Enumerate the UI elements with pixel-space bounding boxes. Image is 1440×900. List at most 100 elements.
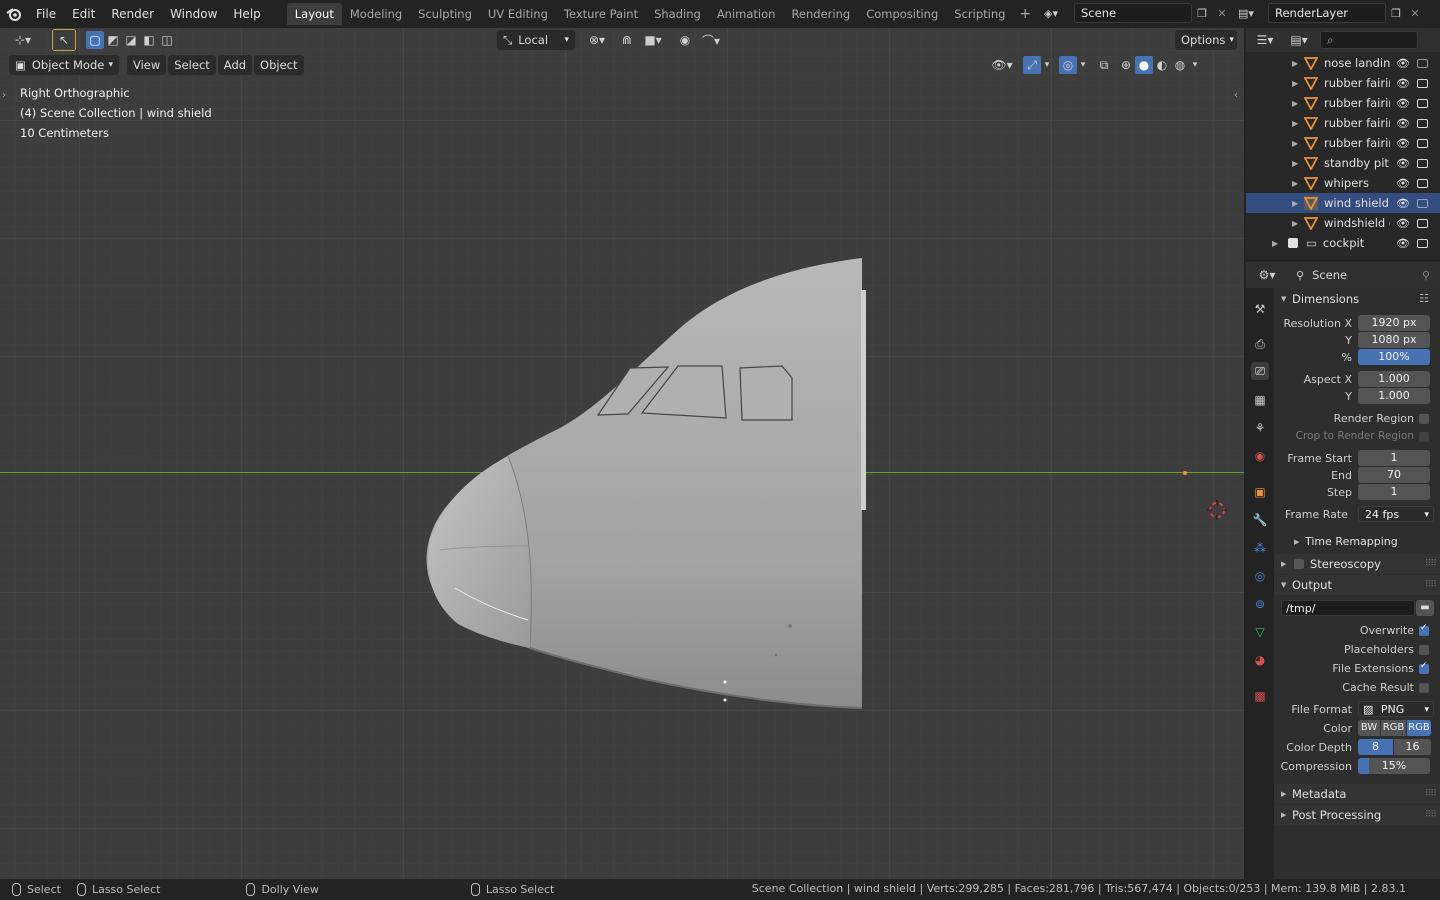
tool-tab-icon[interactable]: ⚒ [1251,300,1269,318]
file-extensions-checkbox[interactable] [1419,661,1429,674]
outliner-row[interactable]: ▶ rubber fairin 👁 [1246,93,1440,113]
tab-shading[interactable]: Shading [646,3,709,25]
eye-icon[interactable]: 👁 [1396,137,1410,150]
exclude-checkbox[interactable] [1288,238,1298,248]
camera-icon[interactable] [1417,98,1428,108]
disclosure-icon[interactable]: ▶ [1292,199,1300,208]
drag-handle-icon[interactable]: ⠿⠿ [1425,805,1437,825]
camera-icon[interactable] [1417,198,1428,208]
material-tab-icon[interactable]: ◕ [1251,651,1269,669]
eye-icon[interactable]: 👁 [1396,237,1410,250]
outliner-row[interactable]: ▶ windshield c 👁 [1246,213,1440,233]
camera-icon[interactable] [1417,158,1428,168]
tab-layout[interactable]: Layout [286,3,342,25]
color-depth-16-button[interactable]: 16 [1394,739,1431,755]
outliner-row[interactable]: ▶ wind shield 👁 [1246,193,1440,213]
new-scene-icon[interactable]: ❐ [1192,7,1212,20]
menu-file[interactable]: File [28,3,64,25]
new-view-layer-icon[interactable]: ❐ [1386,7,1406,20]
disclosure-icon[interactable]: ▶ [1292,159,1300,168]
dimensions-panel-header[interactable]: ▼ Dimensions ☷ [1274,289,1440,309]
outliner-row[interactable]: ▶ ▭ cockpit 👁 [1246,233,1440,253]
tab-rendering[interactable]: Rendering [783,3,858,25]
drag-handle-icon[interactable]: ⠿⠿ [1425,554,1437,574]
file-format-dropdown[interactable]: ▨ PNG ▾ [1358,701,1434,717]
menu-render[interactable]: Render [103,3,162,25]
display-mode-icon[interactable]: ▤▾ [1284,31,1314,49]
camera-icon[interactable] [1417,218,1428,228]
view-layer-field[interactable]: RenderLayer [1268,3,1386,23]
texture-tab-icon[interactable]: ▩ [1251,687,1269,705]
outliner-row[interactable]: ▶ whipers 👁 [1246,173,1440,193]
aspect-y-field[interactable]: 1.000 [1358,388,1430,404]
tab-uv-editing[interactable]: UV Editing [480,3,556,25]
resolution-y-field[interactable]: 1080 px [1358,332,1430,348]
3d-viewport[interactable]: ⊹▾ ↖ ▢ ◩ ◪ ◧ ◫ ⤡ Local ▾ ⊗▾ ⋒ ■▾ ◉ ⌒▾ Op… [0,28,1244,879]
world-tab-icon[interactable]: ◉ [1251,447,1269,465]
color-rgb-button[interactable]: RGB [1381,720,1406,736]
color-bw-button[interactable]: BW [1358,720,1380,736]
tab-modeling[interactable]: Modeling [342,3,410,25]
blender-logo-icon[interactable] [0,3,28,25]
cache-result-checkbox[interactable] [1419,683,1429,693]
camera-icon[interactable] [1417,118,1428,128]
render-tab-icon[interactable]: ⎙ [1251,335,1269,353]
compression-slider[interactable]: 15% [1358,758,1430,774]
color-depth-8-button[interactable]: 8 [1358,739,1393,755]
properties-editor-icon[interactable]: ⚙▾ [1252,266,1282,284]
disclosure-icon[interactable]: ▶ [1292,219,1300,228]
pin-icon[interactable]: ⚲ [1422,269,1430,282]
disclosure-icon[interactable]: ▶ [1292,59,1300,68]
eye-icon[interactable]: 👁 [1396,157,1410,170]
eye-icon[interactable]: 👁 [1396,57,1410,70]
disclosure-icon[interactable]: ▶ [1292,179,1300,188]
outliner-row[interactable]: ▶ nose landing 👁 [1246,53,1440,73]
camera-icon[interactable] [1417,58,1428,68]
presets-icon[interactable]: ☷ [1419,289,1429,309]
disclosure-icon[interactable]: ▶ [1292,119,1300,128]
disclosure-icon[interactable]: ▶ [1272,239,1280,248]
disclosure-icon[interactable]: ▶ [1292,79,1300,88]
scene-name-field[interactable]: Scene [1074,3,1192,23]
post-processing-panel-header[interactable]: ▶ Post Processing ⠿⠿ [1274,805,1440,825]
camera-icon[interactable] [1417,78,1428,88]
eye-icon[interactable]: 👁 [1396,197,1410,210]
aircraft-nose-mesh[interactable] [0,28,1244,879]
output-tab-icon[interactable]: ⎚ [1251,362,1269,380]
delete-scene-icon[interactable]: ✕ [1212,7,1232,20]
outliner-row[interactable]: ▶ rubber fairin 👁 [1246,133,1440,153]
outliner-row[interactable]: ▶ rubber fairin 👁 [1246,113,1440,133]
eye-icon[interactable]: 👁 [1396,217,1410,230]
eye-icon[interactable]: 👁 [1396,177,1410,190]
tab-texture-paint[interactable]: Texture Paint [556,3,646,25]
resolution-percent-field[interactable]: 100% [1358,349,1430,365]
tab-compositing[interactable]: Compositing [858,3,946,25]
tab-scripting[interactable]: Scripting [946,3,1013,25]
overwrite-checkbox[interactable] [1419,623,1429,636]
outliner-row[interactable]: ▶ rubber fairin 👁 [1246,73,1440,93]
output-panel-header[interactable]: ▼ Output ⠿⠿ [1274,575,1440,595]
object-tab-icon[interactable]: ▣ [1251,483,1269,501]
stereoscopy-panel-header[interactable]: ▶ Stereoscopy ⠿⠿ [1274,554,1440,574]
outliner-editor-icon[interactable]: ☰▾ [1250,31,1280,49]
placeholders-checkbox[interactable] [1419,645,1429,655]
outliner-search-input[interactable]: ⌕ [1320,31,1418,49]
physics-tab-icon[interactable]: ◎ [1251,567,1269,585]
frame-start-field[interactable]: 1 [1358,450,1430,466]
metadata-panel-header[interactable]: ▶ Metadata ⠿⠿ [1274,784,1440,804]
camera-icon[interactable] [1417,238,1428,248]
color-rgba-button[interactable]: RGB [1407,720,1431,736]
view-layer-tab-icon[interactable]: ▦ [1251,391,1269,409]
drag-handle-icon[interactable]: ⠿⠿ [1425,784,1437,804]
eye-icon[interactable]: 👁 [1396,117,1410,130]
stereoscopy-checkbox[interactable] [1294,559,1304,569]
menu-help[interactable]: Help [225,3,268,25]
eye-icon[interactable]: 👁 [1396,77,1410,90]
tab-sculpting[interactable]: Sculpting [410,3,480,25]
folder-icon[interactable]: ▬ [1416,600,1434,616]
particles-tab-icon[interactable]: ⁂ [1251,539,1269,557]
resolution-x-field[interactable]: 1920 px [1358,315,1430,331]
time-remapping-subpanel[interactable]: ▶ Time Remapping [1274,532,1440,552]
eye-icon[interactable]: 👁 [1396,97,1410,110]
disclosure-icon[interactable]: ▶ [1292,139,1300,148]
